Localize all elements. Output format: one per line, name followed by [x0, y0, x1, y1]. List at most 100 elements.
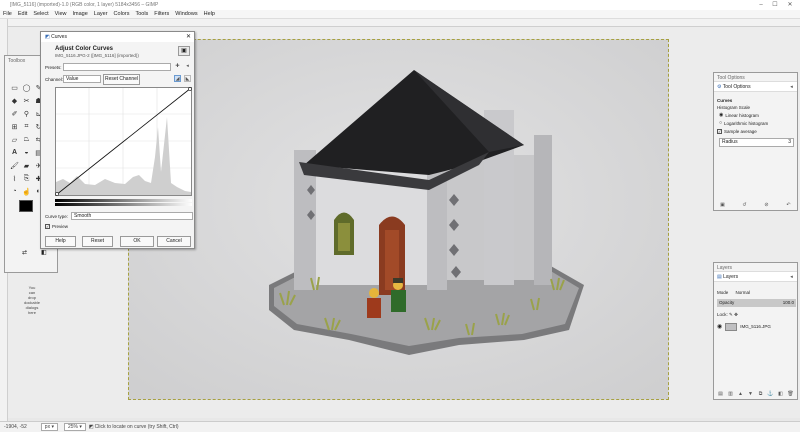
radius-label: Radius — [722, 139, 738, 145]
perspective-icon[interactable]: ⏢ — [21, 134, 32, 145]
channel-value: Value — [66, 76, 79, 82]
log-histogram-label: Logarithmic histogram — [724, 120, 769, 126]
swap-colors-icon[interactable]: ⇄ — [22, 249, 27, 256]
horizontal-ruler[interactable] — [8, 19, 800, 27]
zoom-icon[interactable]: ⚲ — [21, 108, 32, 119]
menu-filters[interactable]: Filters — [154, 11, 169, 17]
blur-icon[interactable]: ◔ — [9, 186, 20, 197]
menu-help[interactable]: Help — [204, 11, 215, 17]
output-gradient-bar — [55, 199, 192, 202]
duplicate-layer-icon[interactable]: ⧉ — [757, 391, 764, 398]
mode-row[interactable]: Mode Normal — [717, 290, 750, 295]
help-button[interactable]: Help — [45, 236, 76, 247]
mypaint-brush-icon[interactable]: ⌇ — [9, 173, 20, 184]
image-thumbnail-icon: ▣ — [178, 46, 190, 56]
opacity-slider[interactable]: Opacity 100.0 — [717, 299, 796, 307]
save-options-icon[interactable]: ▣ — [719, 202, 726, 209]
reset-options-icon[interactable]: ↶ — [785, 202, 792, 209]
unit-select[interactable]: px ▾ — [40, 423, 58, 431]
layer-row[interactable]: ◉ IMG_5116.JPG — [717, 321, 796, 332]
new-layer-icon[interactable]: ▤ — [717, 391, 724, 398]
menu-select[interactable]: Select — [33, 11, 48, 17]
text-icon[interactable]: A — [9, 147, 20, 158]
reset-button[interactable]: Reset — [82, 236, 113, 247]
align-icon[interactable]: ⊞ — [9, 121, 20, 132]
ellipse-select-icon[interactable]: ◯ — [21, 82, 32, 93]
close-icon[interactable]: ✕ — [186, 33, 191, 40]
scissors-icon[interactable]: ✂ — [21, 95, 32, 106]
restore-options-icon[interactable]: ↺ — [741, 202, 748, 209]
log-histogram-radio[interactable]: ○ Logarithmic histogram — [719, 120, 768, 126]
presets-label: Presets: — [45, 65, 62, 70]
radius-spinner[interactable]: Radius 3 — [719, 138, 794, 147]
clone-icon[interactable]: ⎘ — [21, 173, 32, 184]
sample-average-label: Sample average — [724, 129, 757, 134]
lock-position-icon[interactable]: ✥ — [734, 312, 738, 317]
menu-view[interactable]: View — [55, 11, 67, 17]
maximize-button[interactable]: ☐ — [769, 0, 781, 10]
log-histogram-icon[interactable]: ◣ — [184, 75, 191, 82]
curve-type-select[interactable]: Smooth — [71, 212, 193, 220]
channel-select[interactable]: Value — [63, 75, 101, 83]
menu-colors[interactable]: Colors — [114, 11, 130, 17]
anchor-layer-icon[interactable]: ⚓ — [767, 391, 774, 398]
title-bar: [IMG_5116] (imported)-1.0 (RGB color, 1 … — [0, 0, 800, 10]
menu-image[interactable]: Image — [72, 11, 87, 17]
tool-options-tab[interactable]: ⚙ Tool Options — [714, 82, 797, 92]
new-layer-group-icon[interactable]: ▥ — [727, 391, 734, 398]
rect-select-icon[interactable]: ▭ — [9, 82, 20, 93]
preview-label: Preview — [52, 224, 69, 229]
paintbrush-icon[interactable]: 🖌 — [9, 160, 20, 171]
layers-tab[interactable]: ▤ Layers — [714, 272, 797, 282]
curves-window-title: Curves — [51, 34, 67, 40]
menu-windows[interactable]: Windows — [175, 11, 197, 17]
linear-histogram-radio[interactable]: ◉ Linear histogram — [719, 112, 759, 118]
ok-button[interactable]: OK — [120, 236, 154, 247]
tool-options-dock-title: Tool Options — [714, 73, 797, 82]
smudge-icon[interactable]: ☝ — [21, 186, 32, 197]
curves-heading: Adjust Color Curves — [55, 46, 114, 52]
lower-layer-icon[interactable]: ▼ — [747, 391, 754, 398]
color-picker-icon[interactable]: ✐ — [9, 108, 20, 119]
curve-graph[interactable] — [55, 87, 193, 197]
curve-type-value: Smooth — [74, 213, 92, 219]
cancel-button[interactable]: Cancel — [157, 236, 191, 247]
preview-toggle[interactable]: ✓ Preview — [45, 224, 68, 229]
presets-select[interactable] — [63, 63, 171, 71]
image-canvas[interactable] — [128, 39, 669, 400]
menu-file[interactable]: File — [3, 11, 12, 17]
zoom-select[interactable]: 25% ▾ — [63, 423, 86, 431]
mask-icon[interactable]: ◧ — [777, 391, 784, 398]
color-select-icon[interactable]: ◆ — [9, 95, 20, 106]
close-button[interactable]: ✕ — [784, 0, 796, 10]
shear-icon[interactable]: ▱ — [9, 134, 20, 145]
delete-options-icon[interactable]: ⊘ — [763, 202, 770, 209]
linear-histogram-label: Linear histogram — [725, 112, 759, 118]
linear-histogram-icon[interactable]: ◢ — [174, 75, 181, 82]
mode-label: Mode — [717, 290, 729, 295]
crop-icon[interactable]: ⌗ — [21, 121, 32, 132]
radio-empty-icon: ○ — [719, 120, 723, 126]
menu-layer[interactable]: Layer — [94, 11, 108, 17]
minimize-button[interactable]: – — [755, 0, 767, 10]
lock-row: Lock: ✎ ✥ — [717, 312, 738, 318]
lock-pixels-icon[interactable]: ✎ — [729, 312, 733, 317]
sample-average-toggle[interactable]: ✓ Sample average — [717, 129, 757, 134]
reset-channel-button[interactable]: Reset Channel — [103, 74, 140, 85]
menu-edit[interactable]: Edit — [18, 11, 27, 17]
raise-layer-icon[interactable]: ▲ — [737, 391, 744, 398]
eraser-icon[interactable]: ▰ — [21, 160, 32, 171]
foreground-color-swatch[interactable] — [19, 200, 33, 212]
layers-dock-title: Layers — [714, 263, 797, 272]
tab-menu-icon[interactable]: ◂ — [788, 274, 795, 281]
add-preset-icon[interactable]: ✚ — [174, 63, 181, 70]
checkbox-icon: ✓ — [45, 224, 50, 229]
bucket-fill-icon[interactable]: ◒ — [21, 147, 32, 158]
menu-tools[interactable]: Tools — [135, 11, 148, 17]
layer-name[interactable]: IMG_5116.JPG — [740, 324, 771, 329]
delete-layer-icon[interactable]: 🗑 — [787, 391, 794, 398]
tab-menu-icon[interactable]: ◂ — [788, 84, 795, 91]
preset-menu-icon[interactable]: ◂ — [184, 63, 191, 70]
default-colors-icon[interactable]: ◧ — [41, 249, 47, 256]
visibility-eye-icon[interactable]: ◉ — [717, 323, 722, 330]
